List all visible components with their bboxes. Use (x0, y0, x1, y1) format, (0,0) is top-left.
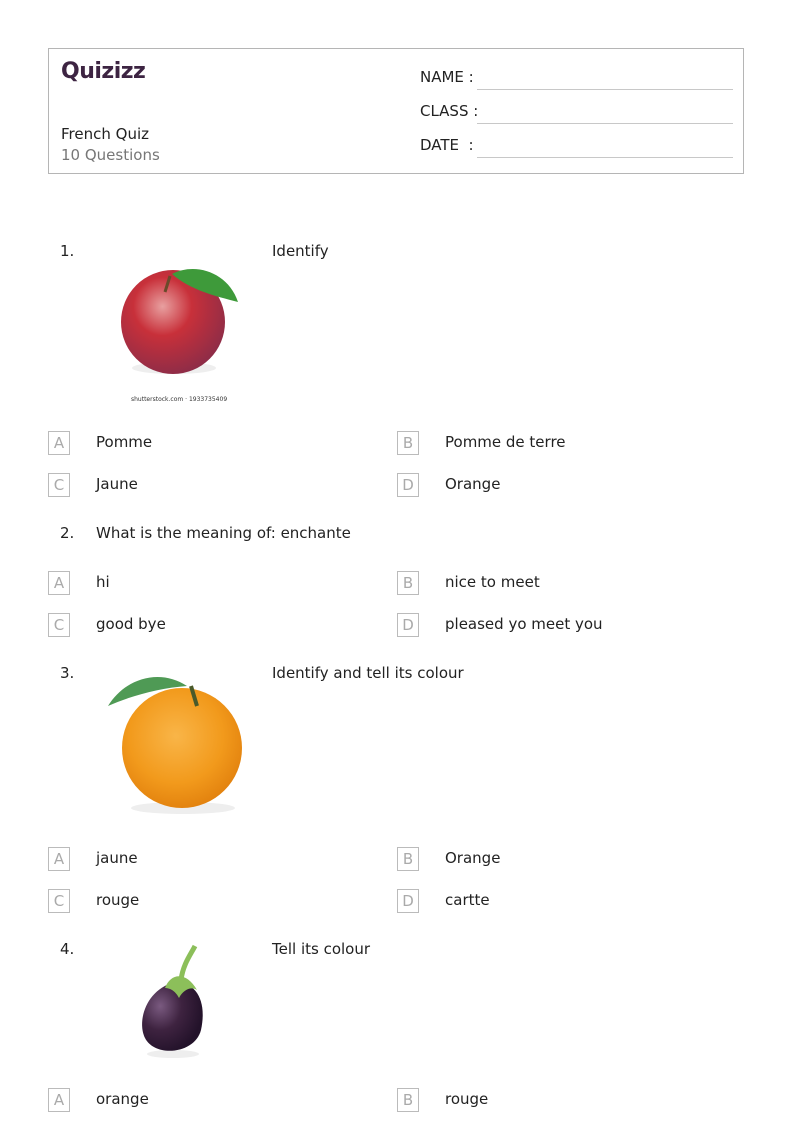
question-number: 3. (60, 664, 75, 682)
option-box-d[interactable]: D (397, 613, 419, 637)
option-box-b[interactable]: B (397, 1088, 419, 1112)
option-box-a[interactable]: A (48, 431, 70, 455)
option-box-c[interactable]: C (48, 473, 70, 497)
option-text: rouge (445, 1090, 489, 1108)
question-count: 10 Questions (61, 146, 160, 164)
question-number: 1. (60, 242, 75, 260)
option-box-c[interactable]: C (48, 889, 70, 913)
apple-image (121, 269, 238, 374)
name-label: NAME : (420, 68, 474, 86)
option-box-a[interactable]: A (48, 1088, 70, 1112)
worksheet-header: Quizizz French Quiz 10 Questions NAME : … (48, 48, 744, 174)
option-text: pleased yo meet you (445, 615, 603, 633)
option-text: good bye (96, 615, 166, 633)
option-box-b[interactable]: B (397, 571, 419, 595)
option-box-c[interactable]: C (48, 613, 70, 637)
question-number: 4. (60, 940, 75, 958)
orange-image (108, 676, 242, 814)
question-text: What is the meaning of: enchante (96, 524, 351, 542)
option-box-a[interactable]: A (48, 847, 70, 871)
eggplant-image (142, 944, 203, 1058)
date-label: DATE : (420, 136, 474, 154)
image-credit: shutterstock.com · 1933735409 (131, 396, 228, 403)
option-box-a[interactable]: A (48, 571, 70, 595)
question-number: 2. (60, 524, 75, 542)
question-text: Identify (272, 242, 329, 260)
class-label: CLASS : (420, 102, 479, 120)
option-text: Orange (445, 475, 501, 493)
option-box-b[interactable]: B (397, 431, 419, 455)
option-text: cartte (445, 891, 490, 909)
option-text: Pomme de terre (445, 433, 566, 451)
option-text: jaune (96, 849, 138, 867)
option-box-d[interactable]: D (397, 473, 419, 497)
option-text: Jaune (96, 475, 138, 493)
option-text: orange (96, 1090, 149, 1108)
quizizz-logo: Quizizz (61, 59, 146, 84)
option-text: rouge (96, 891, 140, 909)
quiz-title: French Quiz (61, 125, 149, 143)
option-text: hi (96, 573, 110, 591)
question-text: Identify and tell its colour (272, 664, 464, 682)
option-text: Pomme (96, 433, 153, 451)
option-text: nice to meet (445, 573, 540, 591)
class-field[interactable] (477, 123, 733, 124)
option-box-d[interactable]: D (397, 889, 419, 913)
option-text: Orange (445, 849, 501, 867)
option-box-b[interactable]: B (397, 847, 419, 871)
date-field[interactable] (477, 157, 733, 158)
question-text: Tell its colour (272, 940, 371, 958)
name-field[interactable] (477, 89, 733, 90)
